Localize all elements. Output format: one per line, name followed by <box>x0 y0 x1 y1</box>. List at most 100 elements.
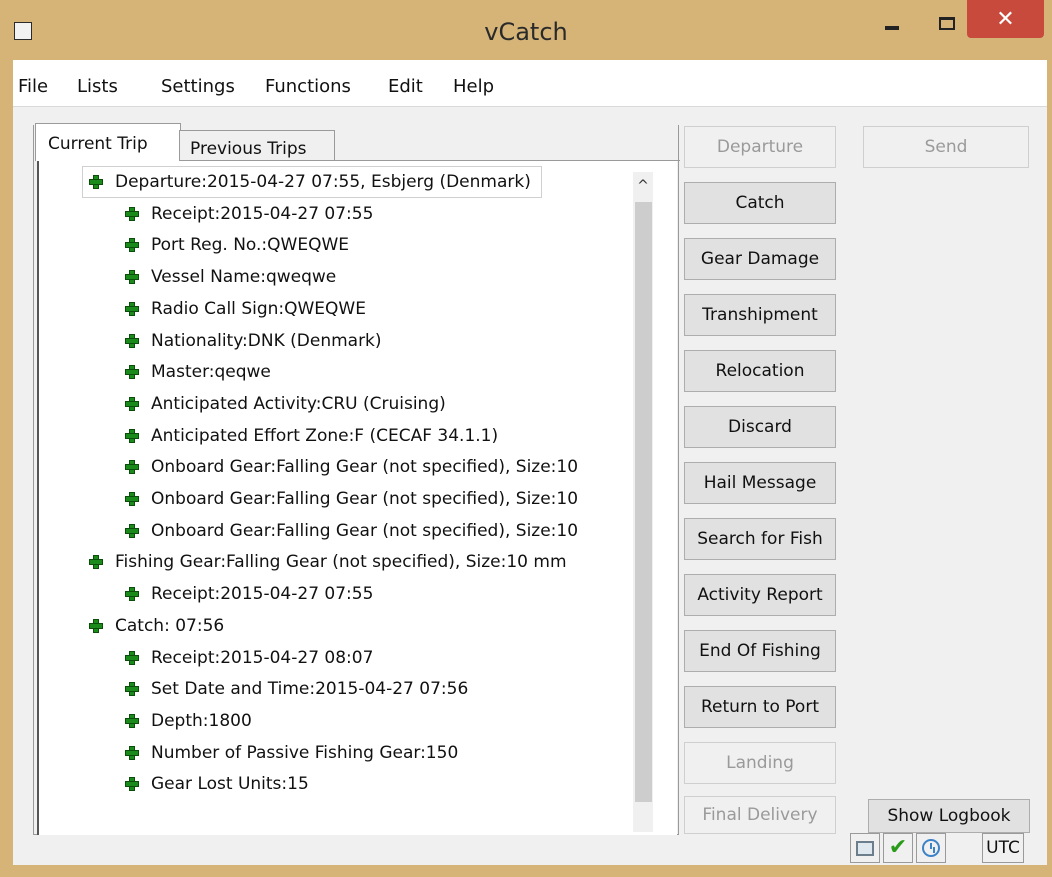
sync-status[interactable]: ✔ <box>883 833 913 863</box>
tree-child-node[interactable]: Nationality:DNK (Denmark) <box>125 326 382 356</box>
tree-child-node[interactable]: Set Date and Time:2015-04-27 07:56 <box>125 674 468 704</box>
tree-node[interactable]: Fishing Gear:Falling Gear (not specified… <box>89 547 567 577</box>
tree-node-label: Onboard Gear:Falling Gear (not specified… <box>151 457 579 478</box>
departure-button[interactable]: Departure <box>684 126 836 168</box>
menu-bar: File Lists Settings Functions Edit Help <box>13 60 1047 107</box>
menu-lists[interactable]: Lists <box>77 76 118 97</box>
activity-report-button[interactable]: Activity Report <box>684 574 836 616</box>
tree-node[interactable]: Departure:2015-04-27 07:55, Esbjerg (Den… <box>82 166 542 198</box>
catch-button[interactable]: Catch <box>684 182 836 224</box>
tree-child-node[interactable]: Depth:1800 <box>125 706 252 736</box>
plus-icon[interactable] <box>89 555 103 570</box>
plus-icon[interactable] <box>125 713 139 728</box>
tree-child-node[interactable]: Onboard Gear:Falling Gear (not specified… <box>125 516 578 546</box>
show-logbook-button[interactable]: Show Logbook <box>868 799 1030 833</box>
return-to-port-button[interactable]: Return to Port <box>684 686 836 728</box>
tab-current-trip[interactable]: Current Trip <box>35 123 181 161</box>
menu-functions[interactable]: Functions <box>265 76 351 97</box>
tree-child-node[interactable]: Vessel Name:qweqwe <box>125 262 336 292</box>
plus-icon[interactable] <box>125 270 139 285</box>
tree-node-label: Gear Lost Units:15 <box>151 774 309 795</box>
tree-child-node[interactable]: Receipt:2015-04-27 07:55 <box>125 199 373 229</box>
plus-icon[interactable] <box>125 333 139 348</box>
search-for-fish-button[interactable]: Search for Fish <box>684 518 836 560</box>
tree-child-node[interactable]: Master:qeqwe <box>125 357 271 387</box>
maximize-icon <box>939 16 955 30</box>
plus-icon[interactable] <box>89 175 103 189</box>
plus-icon[interactable] <box>125 301 139 316</box>
tree-node-label: Fishing Gear:Falling Gear (not specified… <box>115 552 567 573</box>
tab-previous-trips[interactable]: Previous Trips <box>179 130 335 161</box>
time-status[interactable] <box>916 833 946 863</box>
plus-icon[interactable] <box>125 587 139 602</box>
plus-icon[interactable] <box>125 650 139 665</box>
menu-file[interactable]: File <box>18 76 48 97</box>
tree-node-label: Vessel Name:qweqwe <box>151 267 337 288</box>
tree-node-label: Onboard Gear:Falling Gear (not specified… <box>151 520 579 541</box>
final-delivery-button[interactable]: Final Delivery <box>684 796 836 834</box>
send-button[interactable]: Send <box>863 126 1029 168</box>
tree-node-label: Anticipated Effort Zone:F (CECAF 34.1.1) <box>151 425 499 446</box>
plus-icon[interactable] <box>125 682 139 697</box>
tree-node[interactable]: Catch: 07:56 <box>89 611 224 641</box>
tree-child-node[interactable]: Anticipated Effort Zone:F (CECAF 34.1.1) <box>125 421 498 451</box>
tree-node-label: Departure:2015-04-27 07:55, Esbjerg (Den… <box>115 172 531 192</box>
tree-node-label: Anticipated Activity:CRU (Cruising) <box>151 393 446 414</box>
landing-button[interactable]: Landing <box>684 742 836 784</box>
plus-icon[interactable] <box>125 745 139 760</box>
plus-icon[interactable] <box>125 492 139 506</box>
plus-icon[interactable] <box>125 460 139 475</box>
tree-child-node[interactable]: Port Reg. No.:QWEQWE <box>125 230 349 260</box>
utc-indicator: UTC <box>982 833 1024 863</box>
tree-child-node[interactable]: Radio Call Sign:QWEQWE <box>125 294 366 324</box>
tree-node-label: Master:qeqwe <box>151 362 271 383</box>
menu-help[interactable]: Help <box>453 76 494 97</box>
plus-icon[interactable] <box>89 618 103 633</box>
monitor-icon <box>856 840 874 856</box>
gear-damage-button[interactable]: Gear Damage <box>684 238 836 280</box>
end-of-fishing-button[interactable]: End Of Fishing <box>684 630 836 672</box>
tree-child-node[interactable]: Receipt:2015-04-27 07:55 <box>125 579 373 609</box>
plus-icon[interactable] <box>125 523 139 538</box>
plus-icon[interactable] <box>125 365 139 380</box>
tree-node-label: Receipt:2015-04-27 07:55 <box>151 203 374 224</box>
close-button[interactable]: ✕ <box>967 0 1044 38</box>
tree-node-label: Catch: 07:56 <box>115 615 225 636</box>
menu-edit[interactable]: Edit <box>388 76 423 97</box>
scroll-up-button[interactable]: ^ <box>633 172 653 200</box>
scroll-thumb[interactable] <box>635 202 652 802</box>
clock-icon <box>922 839 940 857</box>
tree-node-label: Receipt:2015-04-27 07:55 <box>151 584 374 605</box>
plus-icon[interactable] <box>125 206 139 221</box>
tree-node-label: Number of Passive Fishing Gear:150 <box>151 742 459 763</box>
tree-node-label: Nationality:DNK (Denmark) <box>151 330 382 351</box>
plus-icon[interactable] <box>125 396 139 411</box>
tree-node-label: Receipt:2015-04-27 08:07 <box>151 647 374 668</box>
tree-node-label: Depth:1800 <box>151 710 252 731</box>
tree-child-node[interactable]: Anticipated Activity:CRU (Cruising) <box>125 389 446 419</box>
transhipment-button[interactable]: Transhipment <box>684 294 836 336</box>
title-bar[interactable]: vCatch ✕ <box>0 0 1052 60</box>
client-area: File Lists Settings Functions Edit Help … <box>13 60 1047 865</box>
hail-message-button[interactable]: Hail Message <box>684 462 836 504</box>
trip-tree[interactable]: Departure:2015-04-27 07:55, Esbjerg (Den… <box>37 161 677 835</box>
tree-node-label: Port Reg. No.:QWEQWE <box>151 235 350 256</box>
maximize-button[interactable] <box>925 0 969 38</box>
tree-child-node[interactable]: Onboard Gear:Falling Gear (not specified… <box>125 452 578 482</box>
connection-status[interactable] <box>850 833 880 863</box>
tree-child-node[interactable]: Gear Lost Units:15 <box>125 769 309 799</box>
plus-icon[interactable] <box>125 238 139 253</box>
tree-child-node[interactable]: Onboard Gear:Falling Gear (not specified… <box>125 484 578 514</box>
tree-child-node[interactable]: Receipt:2015-04-27 08:07 <box>125 643 373 673</box>
minimize-button[interactable] <box>870 0 914 38</box>
discard-button[interactable]: Discard <box>684 406 836 448</box>
tree-node-label: Set Date and Time:2015-04-27 07:56 <box>151 679 469 700</box>
plus-icon[interactable] <box>125 428 139 443</box>
close-icon: ✕ <box>996 6 1015 32</box>
menu-settings[interactable]: Settings <box>161 76 235 97</box>
minimize-icon <box>885 26 899 30</box>
tree-child-node[interactable]: Number of Passive Fishing Gear:150 <box>125 738 458 768</box>
plus-icon[interactable] <box>125 777 139 792</box>
tree-node-label: Radio Call Sign:QWEQWE <box>151 298 366 319</box>
relocation-button[interactable]: Relocation <box>684 350 836 392</box>
